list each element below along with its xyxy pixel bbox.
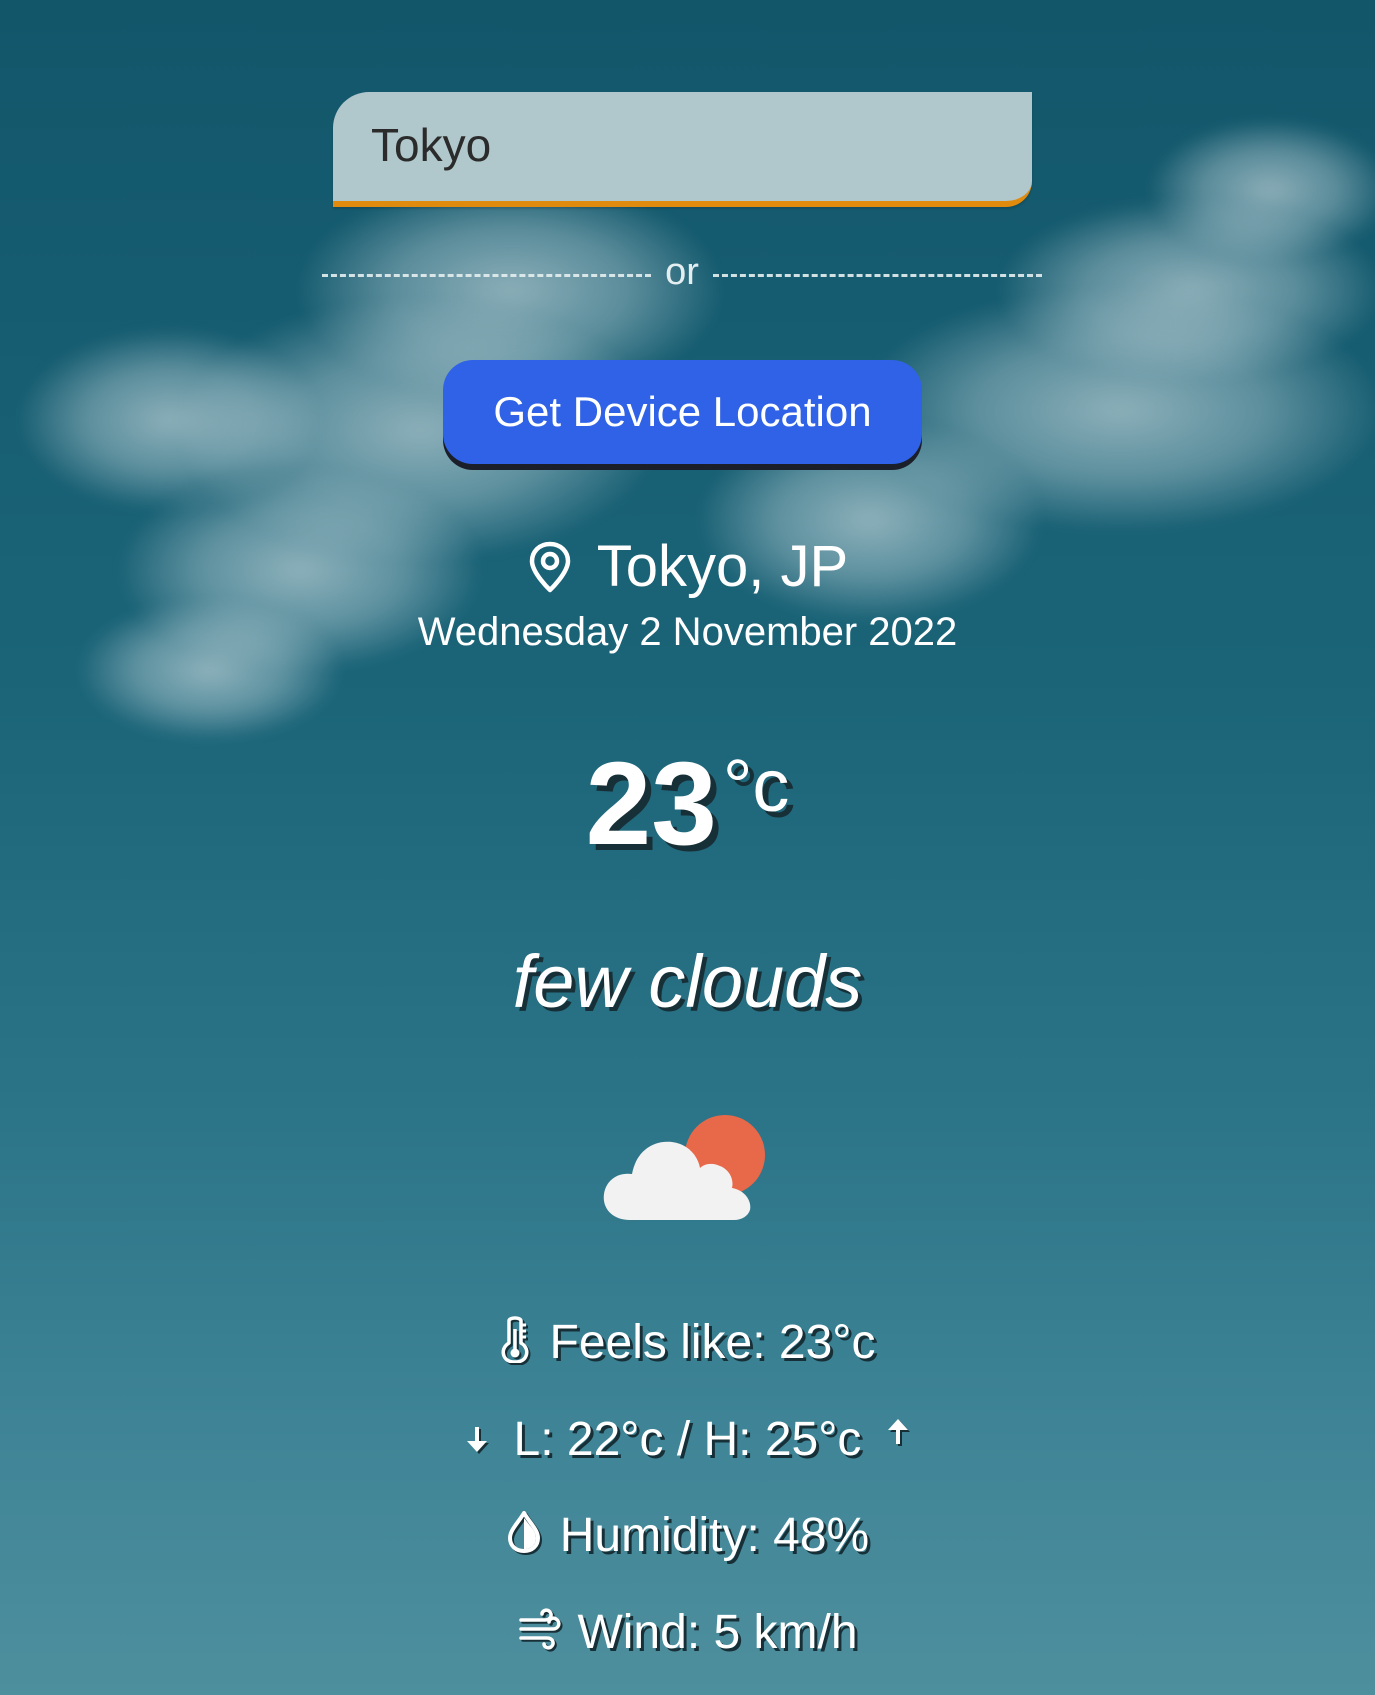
temperature-display: 23 °c [0, 745, 1375, 875]
get-device-location-button[interactable]: Get Device Location [443, 360, 922, 464]
location-header: Tokyo, JP [0, 532, 1375, 602]
few-clouds-day-icon [600, 1110, 770, 1230]
divider-line-left [322, 273, 652, 277]
arrow-down-icon [464, 1416, 490, 1464]
thermometer-icon [500, 1315, 530, 1372]
temperature-value: 23 [585, 738, 717, 870]
arrow-up-icon [885, 1407, 911, 1455]
city-search-input[interactable] [371, 92, 991, 198]
humidity-text: Humidity: 48% [559, 1509, 870, 1562]
current-date: Wednesday 2 November 2022 [417, 610, 958, 654]
wind-row: Wind: 5 km/h [0, 1603, 1375, 1663]
wind-text: Wind: 5 km/h [577, 1606, 858, 1659]
map-pin-icon [527, 541, 573, 593]
droplet-icon [506, 1510, 542, 1563]
low-high-text: L: 22°c / H: 25°c [513, 1413, 862, 1466]
wind-icon [517, 1607, 562, 1659]
temperature-unit: °c [722, 744, 790, 827]
feels-like-text: Feels like: 23°c [549, 1316, 876, 1369]
divider-label: or [665, 251, 699, 293]
feels-like-row: Feels like: 23°c [0, 1313, 1375, 1373]
search-box [333, 92, 1032, 207]
low-high-row: L: 22°c / H: 25°c [0, 1410, 1375, 1470]
or-divider: or [322, 247, 1043, 297]
divider-line-right [712, 273, 1043, 277]
humidity-row: Humidity: 48% [0, 1506, 1375, 1566]
weather-description: few clouds [512, 940, 863, 1023]
city-name: Tokyo, JP [596, 534, 849, 599]
